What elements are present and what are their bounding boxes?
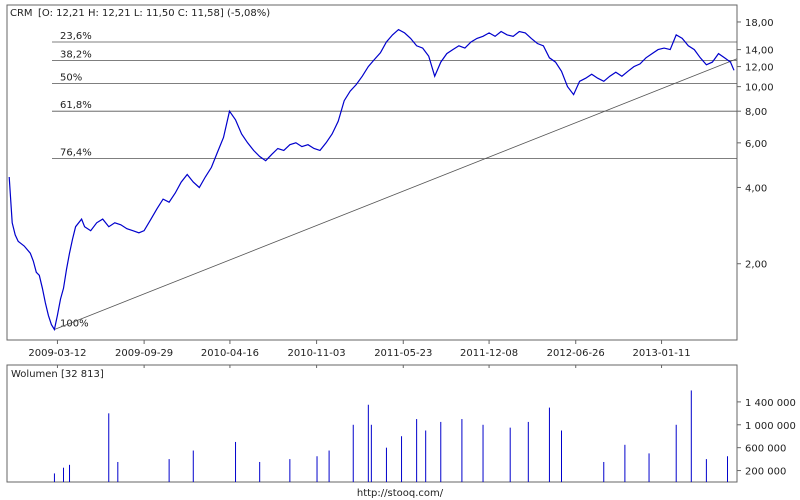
date-tick-label: 2012-06-26 <box>547 348 605 359</box>
price-tick-label: 8,00 <box>745 107 767 118</box>
fib-label: 23,6% <box>60 31 92 42</box>
fib-label: 61,8% <box>60 100 92 111</box>
fib-label: 100% <box>60 319 89 330</box>
date-tick-label: 2010-11-03 <box>288 348 346 359</box>
date-tick-label: 2013-01-11 <box>632 348 690 359</box>
date-tick-label: 2011-05-23 <box>374 348 432 359</box>
price-tick-label: 14,00 <box>745 46 774 57</box>
volume-title: Wolumen [32 813] <box>11 369 104 380</box>
fib-label: 38,2% <box>60 49 92 60</box>
date-tick-label: 2010-04-16 <box>201 348 259 359</box>
price-tick-label: 12,00 <box>745 63 774 74</box>
stock-chart: CRM [O: 12,21 H: 12,21 L: 11,50 C: 11,58… <box>0 0 800 500</box>
footer-url[interactable]: http://stooq.com/ <box>357 488 444 499</box>
ticker-label: CRM <box>10 8 33 19</box>
fib-label: 50% <box>60 72 82 83</box>
volume-tick-label: 1 000 000 <box>745 421 796 432</box>
price-tick-label: 6,00 <box>745 139 767 150</box>
price-tick-label: 2,00 <box>745 260 767 271</box>
volume-tick-label: 200 000 <box>745 467 786 478</box>
fib-label: 76,4% <box>60 148 92 159</box>
volume-tick-label: 600 000 <box>745 444 786 455</box>
chart-background <box>0 0 800 500</box>
date-tick-label: 2009-09-29 <box>115 348 173 359</box>
date-tick-label: 2011-12-08 <box>460 348 518 359</box>
ohlc-readout: [O: 12,21 H: 12,21 L: 11,50 C: 11,58] (-… <box>38 8 270 19</box>
price-tick-label: 10,00 <box>745 83 774 94</box>
price-tick-label: 18,00 <box>745 18 774 29</box>
date-tick-label: 2009-03-12 <box>28 348 86 359</box>
price-tick-label: 4,00 <box>745 183 767 194</box>
volume-tick-label: 1 400 000 <box>745 398 796 409</box>
